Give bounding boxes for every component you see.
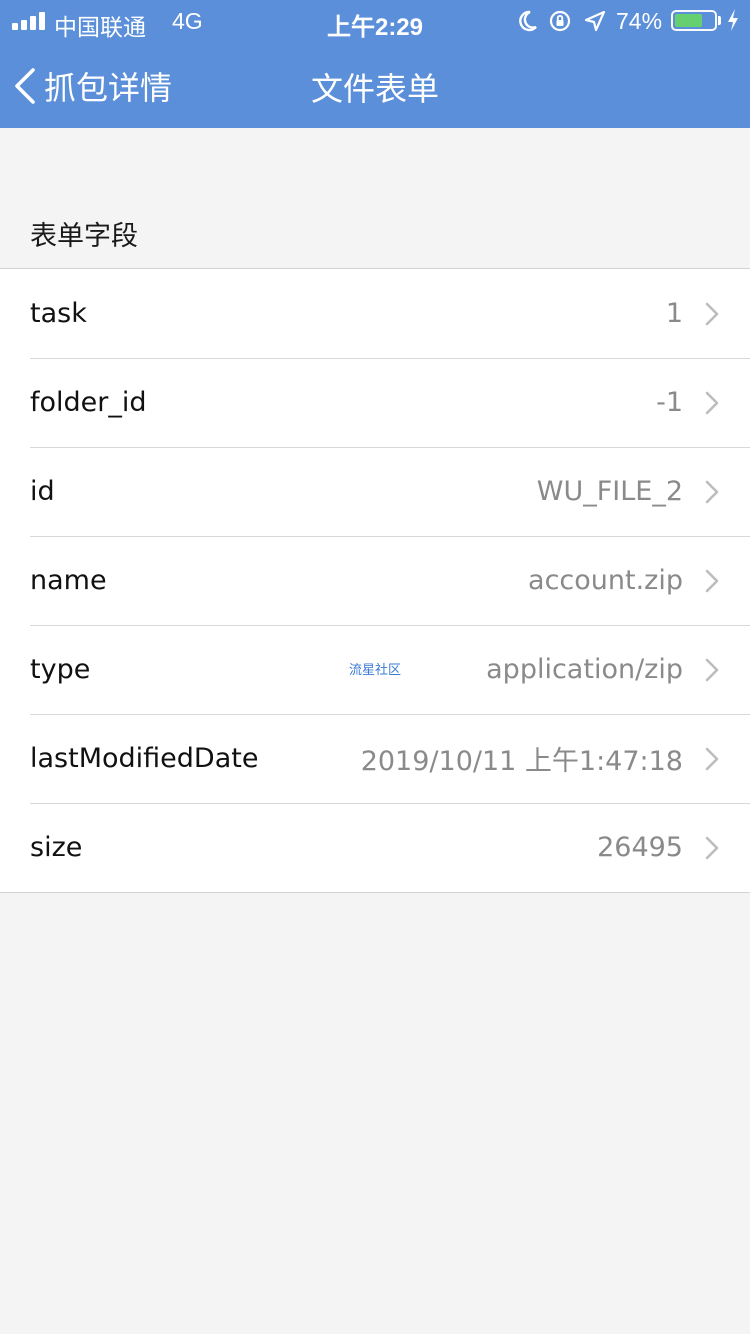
field-key: size	[30, 832, 83, 863]
field-key: name	[30, 565, 107, 596]
field-value: application/zip	[486, 654, 683, 685]
chevron-right-icon	[705, 391, 719, 414]
chevron-right-icon	[705, 569, 719, 592]
battery-cap	[718, 16, 721, 25]
charging-icon	[728, 9, 738, 31]
status-bar: 中国联通 4G 上午2:29 74%	[0, 0, 750, 41]
battery-icon	[671, 10, 717, 31]
field-value: 1	[665, 298, 683, 329]
chevron-right-icon	[705, 480, 719, 503]
battery-percent: 74%	[616, 8, 663, 34]
moon-icon	[519, 10, 537, 32]
battery-level-fill	[675, 14, 703, 27]
field-key: folder_id	[30, 387, 147, 418]
chevron-right-icon	[705, 658, 719, 681]
field-key: lastModifiedDate	[30, 743, 259, 774]
field-value: 2019/10/11 上午1:47:18	[360, 746, 683, 777]
field-row-name[interactable]: name account.zip	[0, 536, 750, 625]
field-value: WU_FILE_2	[536, 476, 683, 507]
field-value: account.zip	[528, 565, 683, 596]
page-title: 文件表单	[310, 71, 439, 107]
field-key: type	[30, 654, 91, 685]
section-title: 表单字段	[30, 221, 138, 251]
field-value: 26495	[597, 832, 683, 863]
field-row-size[interactable]: size 26495	[0, 803, 750, 892]
chevron-right-icon	[705, 836, 719, 859]
field-row-last-modified-date[interactable]: lastModifiedDate 2019/10/11 上午1:47:18	[0, 714, 750, 803]
chevron-right-icon	[705, 302, 719, 325]
field-value: -1	[656, 387, 683, 418]
form-field-list: task 1 folder_id -1 id WU_FILE_2 name ac…	[0, 268, 750, 893]
chevron-right-icon	[705, 747, 719, 770]
field-key: task	[30, 298, 87, 329]
field-row-folder-id[interactable]: folder_id -1	[0, 358, 750, 447]
rotation-lock-icon	[549, 10, 571, 32]
field-row-task[interactable]: task 1	[0, 269, 750, 358]
nav-header: 中国联通 4G 上午2:29 74% 抓包详情 文件表单	[0, 0, 750, 128]
field-key: id	[30, 476, 55, 507]
field-row-id[interactable]: id WU_FILE_2	[0, 447, 750, 536]
location-icon	[584, 10, 606, 32]
watermark-text: 流星社区	[349, 662, 402, 677]
